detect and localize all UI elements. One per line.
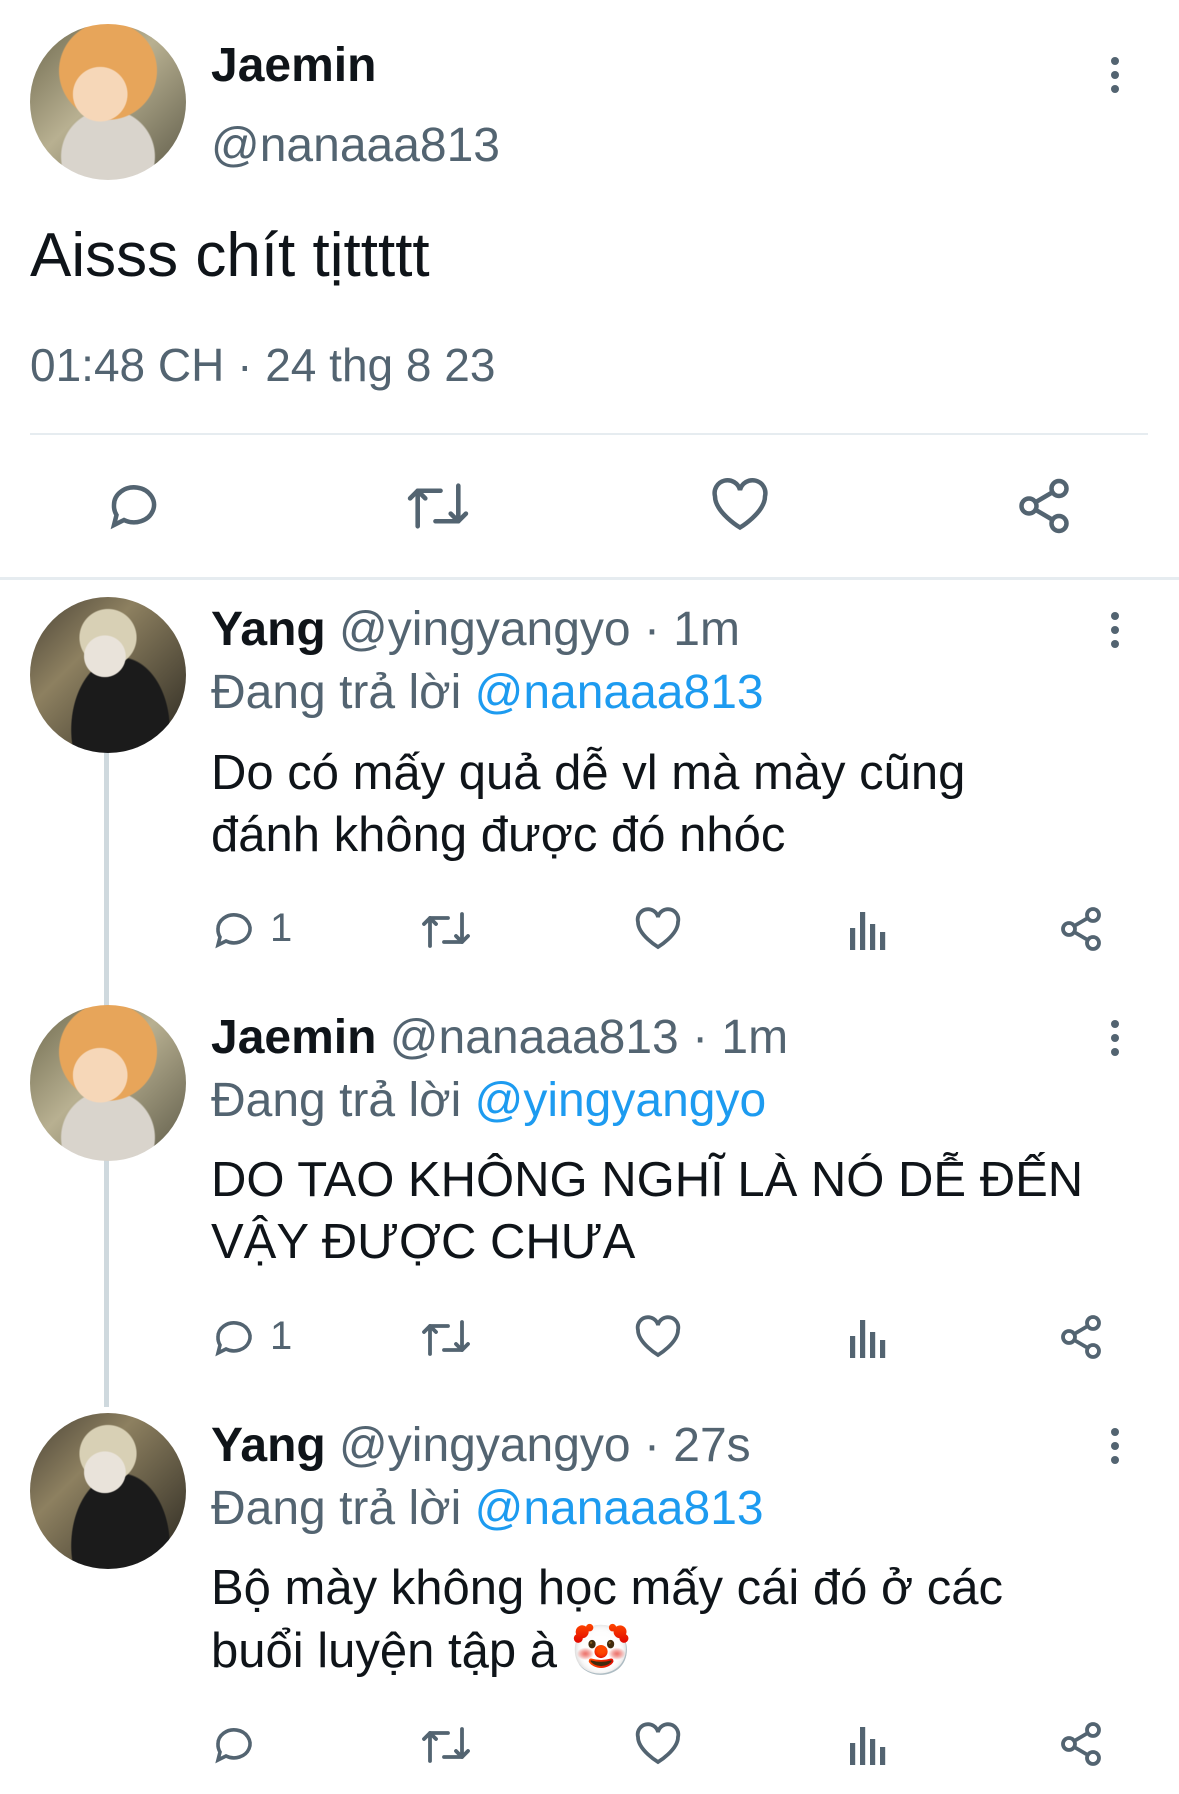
- reply-3-meta: @yingyangyo · 27s: [339, 1419, 751, 1472]
- avatar-main[interactable]: [30, 24, 186, 180]
- reply-3-text-line-2: buổi luyện tập à 🤡: [211, 1624, 632, 1678]
- replying-to-link[interactable]: @yingyangyo: [475, 1074, 767, 1127]
- main-timestamp[interactable]: 01:48 CH · 24 thg 8 23: [30, 338, 495, 392]
- reply-icon[interactable]: [210, 1313, 258, 1361]
- retweet-icon[interactable]: [420, 908, 472, 952]
- more-icon[interactable]: [1095, 45, 1135, 105]
- reply-count: 1: [270, 906, 293, 950]
- avatar-reply-1[interactable]: [30, 597, 186, 753]
- main-author-name[interactable]: Jaemin: [211, 38, 376, 93]
- reply-3-header: Yang @yingyangyo · 27s: [211, 1418, 751, 1473]
- replying-prefix: Đang trả lời: [211, 1074, 462, 1127]
- avatar-reply-2[interactable]: [30, 1005, 186, 1161]
- share-icon[interactable]: [1057, 905, 1105, 953]
- replying-prefix: Đang trả lời: [211, 1482, 462, 1535]
- reply-1-name[interactable]: Yang: [211, 603, 326, 656]
- avatar-reply-3[interactable]: [30, 1413, 186, 1569]
- views-icon[interactable]: [848, 908, 888, 952]
- reply-count: 1: [270, 1314, 293, 1358]
- reply-icon[interactable]: [210, 1720, 258, 1768]
- reply-2-header: Jaemin @nanaaa813 · 1m: [211, 1010, 788, 1065]
- share-icon[interactable]: [1014, 476, 1074, 536]
- views-icon[interactable]: [848, 1316, 888, 1360]
- replying-to-link[interactable]: @nanaaa813: [475, 1482, 764, 1535]
- like-icon[interactable]: [634, 1721, 682, 1767]
- reply-2-text-line-1: DO TAO KHÔNG NGHĨ LÀ NÓ DỄ ĐẾN: [211, 1153, 1084, 1207]
- main-author-handle[interactable]: @nanaaa813: [211, 118, 500, 173]
- views-icon[interactable]: [848, 1723, 888, 1767]
- replying-to-link[interactable]: @nanaaa813: [475, 666, 764, 719]
- section-divider: [0, 577, 1179, 580]
- reply-2-replying-to: Đang trả lời @yingyangyo: [211, 1073, 766, 1128]
- more-icon[interactable]: [1095, 1416, 1135, 1476]
- retweet-icon[interactable]: [420, 1723, 472, 1767]
- like-icon[interactable]: [710, 476, 770, 534]
- reply-icon[interactable]: [104, 475, 164, 535]
- retweet-icon[interactable]: [420, 1316, 472, 1360]
- main-tweet-text: Aisss chít tịttttt: [30, 221, 430, 290]
- reply-icon[interactable]: [210, 905, 258, 953]
- reply-3-replying-to: Đang trả lời @nanaaa813: [211, 1481, 764, 1536]
- share-icon[interactable]: [1057, 1313, 1105, 1361]
- like-icon[interactable]: [634, 906, 682, 952]
- like-icon[interactable]: [634, 1314, 682, 1360]
- reply-3-text-line-1: Bộ mày không học mấy cái đó ở các: [211, 1561, 1004, 1615]
- divider: [30, 433, 1148, 435]
- reply-1-header: Yang @yingyangyo · 1m: [211, 602, 740, 657]
- reply-1-text-line-2: đánh không được đó nhóc: [211, 808, 786, 862]
- reply-1-meta: @yingyangyo · 1m: [339, 603, 740, 656]
- reply-2-name[interactable]: Jaemin: [211, 1011, 376, 1064]
- share-icon[interactable]: [1057, 1720, 1105, 1768]
- retweet-icon[interactable]: [405, 478, 471, 534]
- reply-2-text-line-2: VẬY ĐƯỢC CHƯA: [211, 1215, 636, 1269]
- reply-1-text-line-1: Do có mấy quả dễ vl mà mày cũng: [211, 746, 966, 800]
- reply-3-name[interactable]: Yang: [211, 1419, 326, 1472]
- more-icon[interactable]: [1095, 600, 1135, 660]
- more-icon[interactable]: [1095, 1008, 1135, 1068]
- reply-2-meta: @nanaaa813 · 1m: [389, 1011, 789, 1064]
- reply-1-replying-to: Đang trả lời @nanaaa813: [211, 665, 764, 720]
- replying-prefix: Đang trả lời: [211, 666, 462, 719]
